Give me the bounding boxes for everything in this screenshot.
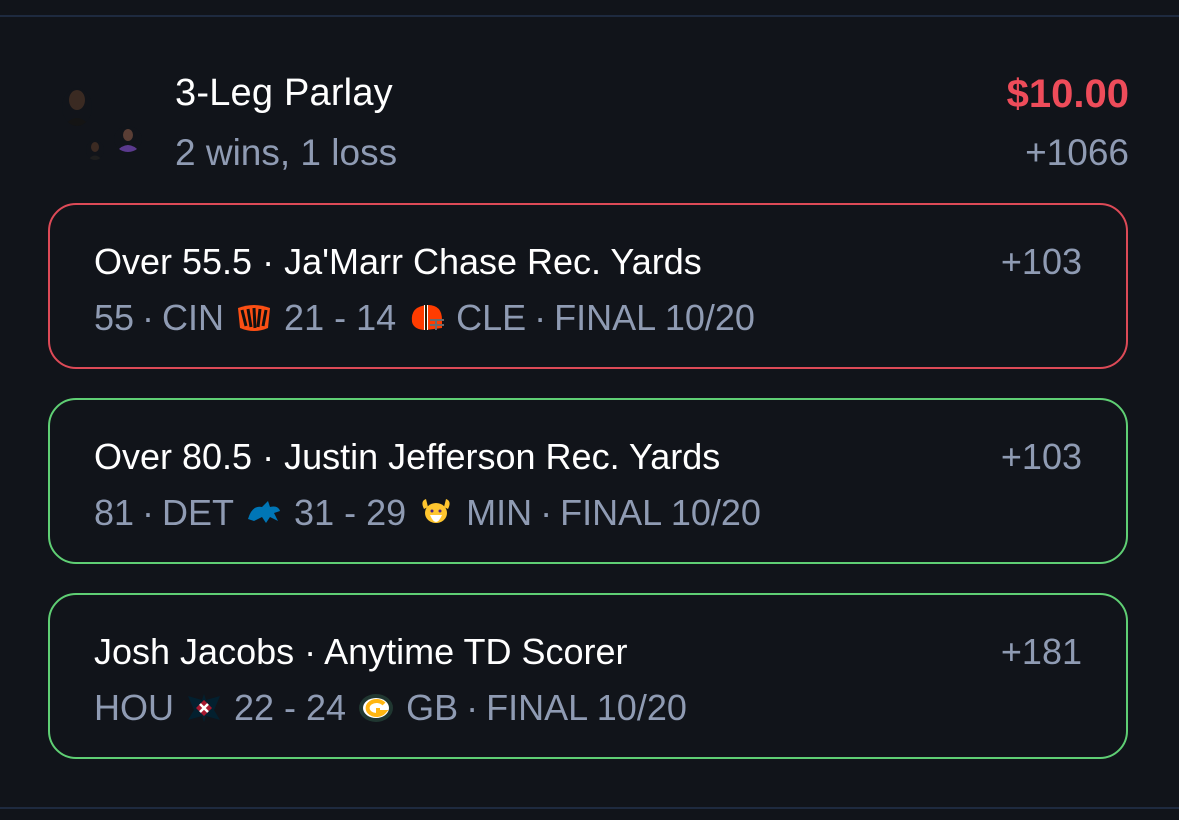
parlay-odds: +1066: [1025, 132, 1129, 173]
parlay-leg-3[interactable]: Josh Jacobs · Anytime TD Scorer +181 HOU…: [48, 593, 1128, 759]
parlay-title: 3-Leg Parlay: [175, 72, 393, 114]
separator-dot: ·: [142, 492, 155, 533]
game-result: FINAL 10/20: [486, 687, 687, 728]
separator-dot: ·: [466, 687, 479, 728]
packers-logo-icon: [356, 690, 396, 726]
parlay-bet-card: 3-Leg Parlay 2 wins, 1 loss $10.00 +1066…: [0, 0, 1179, 820]
parlay-header[interactable]: 3-Leg Parlay 2 wins, 1 loss $10.00 +1066: [48, 60, 1129, 190]
vikings-logo-icon: [416, 495, 456, 531]
game-result: FINAL 10/20: [560, 492, 761, 533]
player-avatar-chase: [62, 88, 92, 126]
parlay-stake: $10.00: [1006, 72, 1129, 116]
leg-odds: +181: [1000, 631, 1082, 672]
separator-dot: ·: [534, 297, 547, 338]
player-avatars: [48, 70, 158, 170]
away-team-abbr: GB: [406, 687, 459, 728]
top-divider: [0, 15, 1179, 17]
browns-helmet-icon: [406, 300, 446, 336]
game-score: 22 - 24: [234, 687, 347, 728]
leg-title: Josh Jacobs · Anytime TD Scorer: [94, 631, 628, 672]
parlay-leg-1[interactable]: Over 55.5 · Ja'Marr Chase Rec. Yards +10…: [48, 203, 1128, 369]
parlay-record: 2 wins, 1 loss: [175, 132, 398, 173]
player-avatar-jacobs: [86, 140, 104, 160]
leg-title: Over 55.5 · Ja'Marr Chase Rec. Yards: [94, 241, 702, 282]
home-team-abbr: HOU: [94, 687, 174, 728]
lions-logo-icon: [244, 495, 284, 531]
leg-odds: +103: [1000, 241, 1082, 282]
texans-logo-icon: [184, 690, 224, 726]
home-team-abbr: DET: [162, 492, 235, 533]
bengals-logo-icon: [234, 300, 274, 336]
game-result: FINAL 10/20: [554, 297, 755, 338]
leg-game-detail: 81 · DET 31 - 29 MIN · FINAL 10/20: [94, 492, 761, 534]
leg-game-detail: HOU 22 - 24 GB · FINAL 10/20: [94, 687, 687, 729]
leg-odds: +103: [1000, 436, 1082, 477]
separator-dot: ·: [142, 297, 155, 338]
leg-stat-value: 55: [94, 297, 135, 338]
game-score: 21 - 14: [284, 297, 397, 338]
separator-dot: ·: [540, 492, 553, 533]
home-team-abbr: CIN: [162, 297, 225, 338]
away-team-abbr: CLE: [456, 297, 527, 338]
away-team-abbr: MIN: [466, 492, 533, 533]
bottom-divider: [0, 807, 1179, 809]
leg-title: Over 80.5 · Justin Jefferson Rec. Yards: [94, 436, 721, 477]
leg-stat-value: 81: [94, 492, 135, 533]
player-avatar-jefferson: [114, 126, 142, 152]
parlay-leg-2[interactable]: Over 80.5 · Justin Jefferson Rec. Yards …: [48, 398, 1128, 564]
game-score: 31 - 29: [294, 492, 407, 533]
leg-game-detail: 55 · CIN 21 - 14 CLE · FINAL 10/20: [94, 297, 755, 339]
